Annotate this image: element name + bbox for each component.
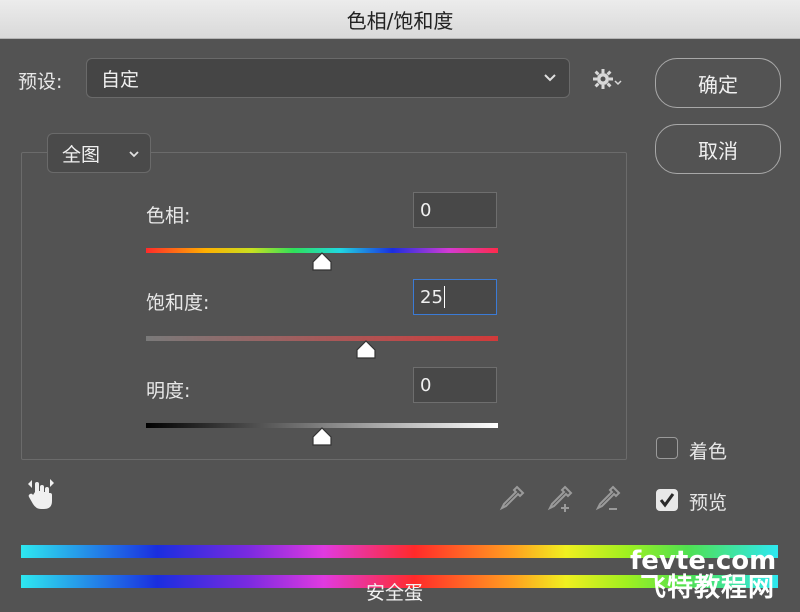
saturation-value: 25 — [420, 286, 443, 308]
saturation-slider-thumb[interactable] — [355, 340, 377, 360]
eyedropper-subtract-icon[interactable] — [594, 484, 622, 514]
saturation-slider-track[interactable] — [146, 336, 498, 341]
preset-value: 自定 — [101, 68, 140, 91]
preview-label: 预览 — [689, 492, 728, 514]
saturation-input[interactable]: 25 — [413, 279, 497, 315]
gear-icon[interactable] — [592, 66, 622, 92]
chevron-down-icon — [129, 151, 139, 158]
checkmark-icon — [659, 493, 675, 508]
channel-select[interactable]: 全图 — [47, 133, 151, 173]
watermark-line1: fevte.com — [630, 546, 777, 576]
lightness-slider-thumb[interactable] — [311, 427, 333, 447]
window-title: 色相/饱和度 — [346, 8, 454, 33]
lightness-input[interactable]: 0 — [413, 367, 497, 403]
ok-button[interactable]: 确定 — [655, 58, 781, 108]
saturation-label: 饱和度: — [146, 292, 210, 314]
hue-slider-thumb[interactable] — [311, 252, 333, 272]
hue-label: 色相: — [146, 205, 191, 227]
preset-label: 预设: — [18, 71, 63, 93]
adjustment-group — [21, 152, 627, 460]
hue-value: 0 — [420, 199, 432, 221]
watermark-line2: 飞特教程网 — [640, 573, 776, 603]
chevron-down-icon — [544, 74, 556, 82]
cancel-button[interactable]: 取消 — [655, 124, 781, 174]
targeted-adjustment-hand-icon[interactable] — [26, 478, 56, 512]
eyedropper-add-icon[interactable] — [546, 484, 574, 514]
lightness-value: 0 — [420, 374, 432, 396]
preview-checkbox[interactable] — [656, 489, 678, 511]
text-caret — [443, 286, 445, 308]
colorize-label: 着色 — [689, 441, 728, 463]
eyedropper-icon[interactable] — [498, 484, 526, 512]
channel-value: 全图 — [62, 143, 101, 166]
hue-input[interactable]: 0 — [413, 192, 497, 228]
colorize-checkbox[interactable] — [656, 437, 678, 459]
lightness-label: 明度: — [146, 380, 191, 402]
overlay-text: 安全蛋 — [366, 582, 424, 604]
preset-select[interactable]: 自定 — [86, 58, 570, 98]
window-titlebar: 色相/饱和度 — [0, 0, 800, 39]
